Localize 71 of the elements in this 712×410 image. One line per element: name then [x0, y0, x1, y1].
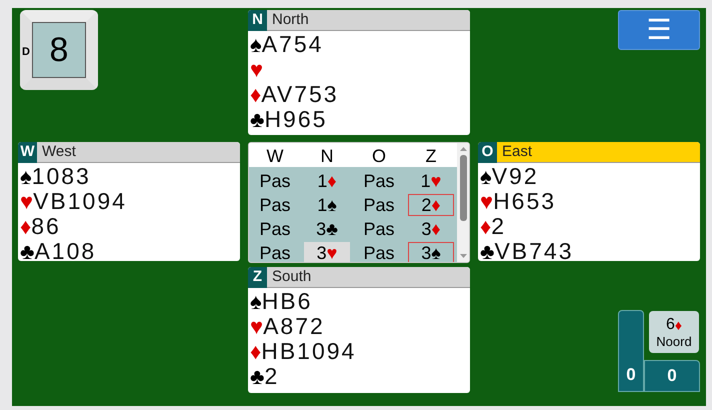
scroll-up-icon[interactable]: [460, 147, 466, 151]
bid-cell-text: 1♦: [316, 170, 338, 192]
player-name: North: [272, 10, 309, 30]
card-list: A872: [263, 315, 325, 338]
declarer-label: Noord: [656, 334, 692, 348]
bid-cell-text: 1♥: [420, 170, 442, 192]
bid-cell: 3♠: [408, 242, 454, 262]
suit-symbol: ♣: [250, 366, 264, 388]
seat-badge: W: [18, 142, 37, 162]
bid-cell-text: 3♦: [420, 218, 442, 240]
player-name: South: [272, 267, 312, 287]
suit-symbol: ♦: [480, 216, 492, 238]
card-list: H965: [264, 108, 328, 131]
card-list: AV753: [261, 83, 339, 106]
suit-symbol: ♦: [250, 84, 262, 106]
card-list: 2: [264, 365, 280, 388]
scroll-down-icon[interactable]: [460, 254, 466, 258]
suit-symbol: ♥: [480, 190, 494, 212]
bid-cell: 3♥: [304, 242, 350, 262]
suit-symbol: ♠: [480, 166, 492, 188]
suit-symbol: ♣: [480, 240, 494, 261]
bid-cell-text: 1♠: [316, 194, 338, 216]
card-list: 2: [491, 215, 506, 238]
bid-cell-text: Pas: [362, 242, 396, 262]
bid-cell-text: Pas: [258, 242, 292, 262]
bid-cell-text: Pas: [258, 194, 292, 216]
suit-symbol: ♠: [250, 290, 262, 312]
suit-symbol: ♦: [250, 340, 262, 362]
seat-badge: O: [478, 142, 497, 162]
suit-symbol: ♦: [20, 216, 32, 238]
seat-badge: Z: [248, 267, 267, 288]
bid-cell-text: Pas: [258, 218, 292, 240]
suit-symbol: ♠: [20, 166, 32, 188]
column-header: W: [266, 145, 284, 168]
bid-cell-text: Pas: [362, 218, 396, 240]
bid-cell-text: Pas: [362, 170, 396, 192]
contract-level: 6: [666, 316, 675, 332]
suit-symbol: ♥: [20, 190, 34, 212]
suit-symbol: ♥: [250, 58, 264, 80]
card-list: HB1094: [261, 340, 356, 363]
card-list: A108: [34, 240, 96, 261]
bid-cell-text: Pas: [258, 170, 292, 192]
seat-badge: N: [248, 10, 267, 30]
column-header: N: [320, 145, 334, 168]
suit-symbol: ♠: [250, 34, 262, 56]
score-value: 0: [667, 365, 677, 388]
menu-button[interactable]: ☰: [618, 10, 700, 50]
contract-suit: ♦: [674, 318, 682, 332]
card-list: A754: [262, 33, 324, 56]
bid-cell: 2♦: [408, 194, 454, 216]
suit-symbol: ♣: [250, 108, 264, 130]
dealer-label: D: [22, 45, 30, 60]
card-list: VB1094: [33, 190, 127, 213]
player-name: West: [42, 142, 76, 162]
bid-cell-text: Pas: [362, 194, 396, 216]
bid-cell-text: 3♣: [315, 218, 339, 240]
column-header: O: [370, 145, 387, 168]
card-list: 86: [31, 215, 61, 238]
card-list: HB6: [262, 290, 312, 313]
column-header: Z: [424, 145, 438, 168]
card-list: V92: [492, 165, 539, 188]
score-value: 0: [626, 364, 636, 386]
board-number: 8: [32, 22, 86, 78]
scrollbar[interactable]: [457, 143, 469, 262]
suit-symbol: ♥: [250, 316, 264, 338]
card-list: VB743: [494, 240, 574, 261]
card-list: 1083: [32, 165, 91, 188]
scroll-thumb[interactable]: [460, 155, 466, 221]
player-name: East: [502, 142, 532, 162]
suit-symbol: ♣: [20, 240, 34, 261]
card-list: H653: [493, 190, 556, 213]
